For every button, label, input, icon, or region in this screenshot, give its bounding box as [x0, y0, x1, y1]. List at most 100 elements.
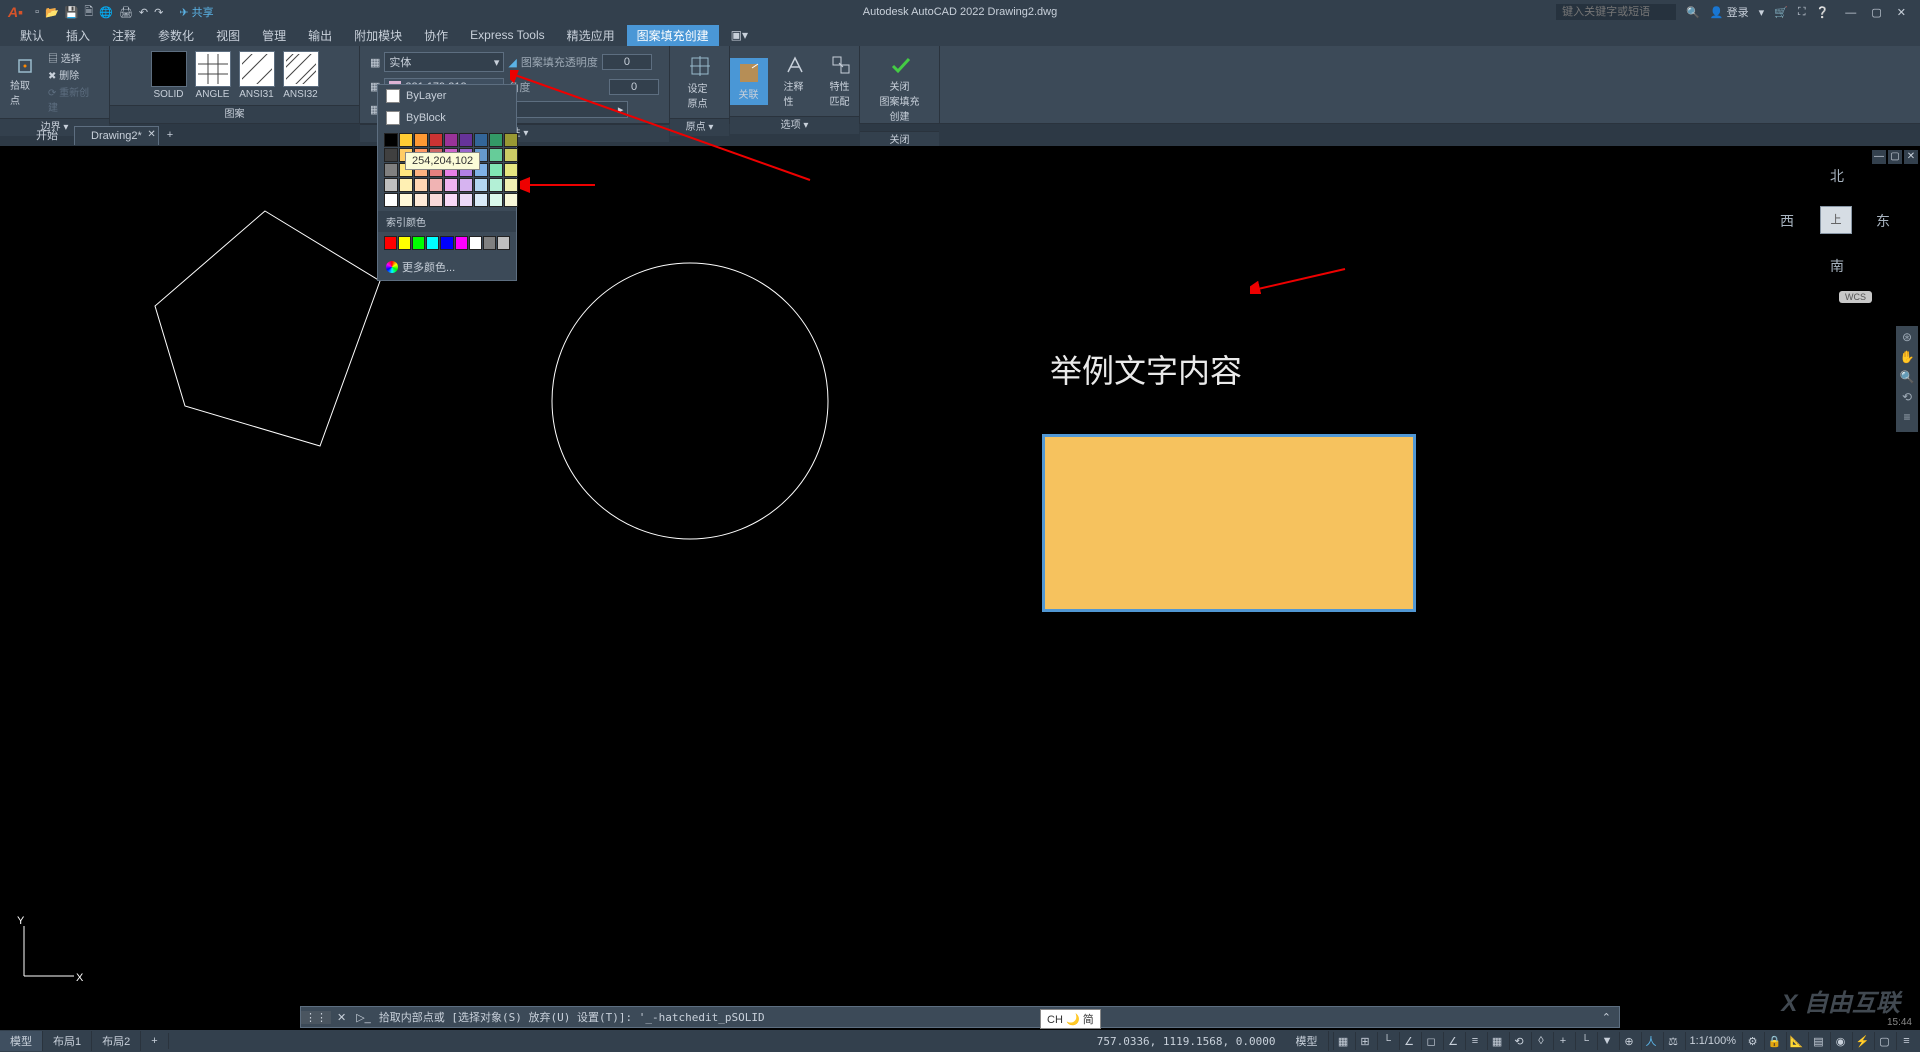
help-icon[interactable]: ❔: [1816, 6, 1830, 19]
color-swatch[interactable]: [399, 133, 413, 147]
viewcube-west[interactable]: 西: [1780, 211, 1794, 231]
cmd-history-icon[interactable]: ⌃: [1594, 1011, 1619, 1024]
color-bylayer[interactable]: ByLayer: [378, 85, 516, 107]
dyn-ucs-icon[interactable]: └: [1575, 1032, 1595, 1050]
color-swatch[interactable]: [489, 133, 503, 147]
pattern-ansi31[interactable]: ANSI31: [239, 51, 275, 100]
qat-plot-icon[interactable]: 🖨: [119, 6, 133, 19]
qat-undo-icon[interactable]: ↶: [139, 6, 148, 19]
color-swatch[interactable]: [504, 193, 518, 207]
menu-insert[interactable]: 插入: [56, 25, 100, 46]
app-icon[interactable]: ⛶: [1798, 6, 1806, 19]
index-color-swatch[interactable]: [398, 236, 411, 250]
polar-icon[interactable]: ∠: [1399, 1032, 1419, 1050]
menu-output[interactable]: 输出: [298, 25, 342, 46]
viewcube-east[interactable]: 东: [1876, 211, 1890, 231]
lineweight-icon[interactable]: ≡: [1465, 1032, 1485, 1050]
color-swatch[interactable]: [399, 178, 413, 192]
osnap-icon[interactable]: ◻: [1421, 1032, 1441, 1050]
index-color-swatch[interactable]: [497, 236, 510, 250]
index-color-swatch[interactable]: [483, 236, 496, 250]
canvas-max-icon[interactable]: ▢: [1888, 150, 1902, 164]
3dosnap-icon[interactable]: ◊: [1531, 1032, 1551, 1050]
viewcube[interactable]: 北 南 西 东 上: [1780, 166, 1890, 276]
search-icon[interactable]: 🔍: [1686, 6, 1700, 19]
qat-save-icon[interactable]: 💾: [65, 6, 79, 19]
delete-button[interactable]: ✖ 删除: [48, 67, 99, 82]
menu-annotate[interactable]: 注释: [102, 25, 146, 46]
nav-zoom-icon[interactable]: 🔍: [1898, 370, 1916, 388]
select-button[interactable]: ▤ 选择: [48, 50, 99, 65]
color-swatch[interactable]: [504, 163, 518, 177]
minimize-button[interactable]: —: [1839, 7, 1862, 19]
color-swatch[interactable]: [444, 178, 458, 192]
dropdown-icon[interactable]: ▾: [1759, 6, 1765, 19]
anno-scale-icon[interactable]: ⚖: [1663, 1032, 1683, 1050]
color-swatch[interactable]: [384, 193, 398, 207]
share-button[interactable]: ✈ 共享: [179, 4, 213, 20]
color-swatch[interactable]: [459, 133, 473, 147]
color-swatch[interactable]: [444, 193, 458, 207]
menu-parametric[interactable]: 参数化: [148, 25, 204, 46]
customize-icon[interactable]: ≡: [1896, 1032, 1916, 1050]
cmd-close-icon[interactable]: ✕: [331, 1011, 352, 1024]
nav-wheel-icon[interactable]: ⊛: [1898, 330, 1916, 348]
snap-icon[interactable]: ⊞: [1355, 1032, 1375, 1050]
canvas-min-icon[interactable]: —: [1872, 150, 1886, 164]
scale-label[interactable]: 1:1/100%: [1685, 1032, 1740, 1050]
qat-open-icon[interactable]: 📂: [45, 6, 59, 19]
ime-indicator[interactable]: CH 🌙 简: [1040, 1009, 1101, 1029]
drawing-canvas[interactable]: — ▢ ✕ 北 南 西 东 上 WCS ⊛ ✋ 🔍 ⟲ ≡ 举例文字内容 Y X: [0, 146, 1920, 1016]
color-swatch[interactable]: [504, 148, 518, 162]
viewcube-top[interactable]: 上: [1820, 206, 1852, 234]
grid-icon[interactable]: ▦: [1333, 1032, 1353, 1050]
color-swatch[interactable]: [384, 133, 398, 147]
maximize-button[interactable]: ▢: [1865, 7, 1887, 19]
color-swatch[interactable]: [444, 133, 458, 147]
viewcube-north[interactable]: 北: [1830, 166, 1844, 186]
nav-orbit-icon[interactable]: ⟲: [1898, 390, 1916, 408]
menu-addons[interactable]: 附加模块: [344, 25, 412, 46]
status-model[interactable]: 模型: [1286, 1031, 1329, 1051]
cmd-text[interactable]: 拾取内部点或 [选择对象(S) 放弃(U) 设置(T)]: '_-hatched…: [375, 1009, 1594, 1025]
color-swatch[interactable]: [414, 133, 428, 147]
gizmo-icon[interactable]: ⊕: [1619, 1032, 1639, 1050]
close-button[interactable]: ✕: [1891, 7, 1912, 19]
close-hatch-button[interactable]: 关闭 图案填充创建: [870, 50, 929, 127]
layout1-tab[interactable]: 布局1: [43, 1031, 92, 1051]
transparency-input[interactable]: 0: [602, 54, 652, 70]
pattern-solid[interactable]: SOLID: [151, 51, 187, 100]
pick-points-button[interactable]: 拾取点: [10, 57, 40, 107]
color-swatch[interactable]: [414, 178, 428, 192]
menu-view[interactable]: 视图: [206, 25, 250, 46]
color-swatch[interactable]: [459, 178, 473, 192]
index-color-swatch[interactable]: [440, 236, 453, 250]
index-color-swatch[interactable]: [384, 236, 397, 250]
color-swatch[interactable]: [399, 193, 413, 207]
add-tab-button[interactable]: +: [159, 126, 181, 144]
ortho-icon[interactable]: └: [1377, 1032, 1397, 1050]
index-color-swatch[interactable]: [469, 236, 482, 250]
index-color-swatch[interactable]: [455, 236, 468, 250]
cycling-icon[interactable]: ⟲: [1509, 1032, 1529, 1050]
more-colors[interactable]: 更多颜色...: [378, 254, 516, 280]
color-swatch[interactable]: [459, 193, 473, 207]
menu-featured[interactable]: 精选应用: [557, 25, 625, 46]
color-swatch[interactable]: [474, 193, 488, 207]
color-swatch[interactable]: [384, 163, 398, 177]
index-color-swatch[interactable]: [412, 236, 425, 250]
index-color-swatch[interactable]: [426, 236, 439, 250]
menu-manage[interactable]: 管理: [252, 25, 296, 46]
qat-web-icon[interactable]: 🌐: [99, 6, 113, 19]
login-button[interactable]: 👤 登录: [1710, 4, 1749, 20]
menu-express[interactable]: Express Tools: [460, 26, 554, 44]
color-byblock[interactable]: ByBlock: [378, 107, 516, 129]
search-input[interactable]: [1556, 4, 1676, 20]
color-swatch[interactable]: [504, 133, 518, 147]
color-swatch[interactable]: [489, 148, 503, 162]
nav-more-icon[interactable]: ≡: [1898, 410, 1916, 428]
color-swatch[interactable]: [489, 193, 503, 207]
model-tab[interactable]: 模型: [0, 1031, 43, 1051]
menu-default[interactable]: 默认: [10, 25, 54, 46]
color-swatch[interactable]: [384, 178, 398, 192]
